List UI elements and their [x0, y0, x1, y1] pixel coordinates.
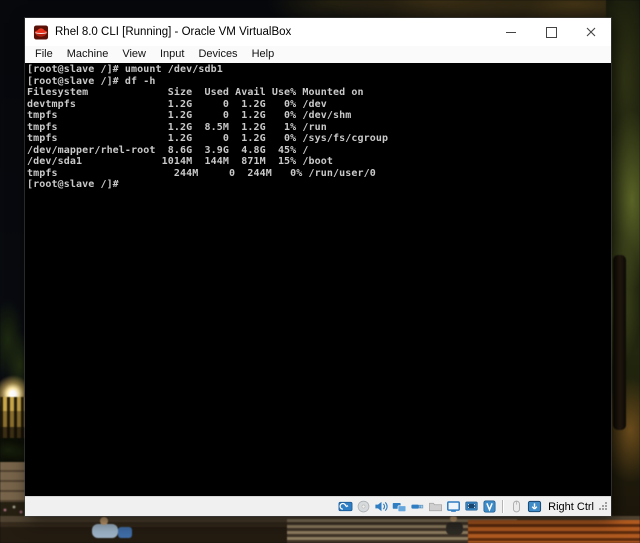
minimize-button[interactable]: [491, 18, 531, 46]
status-bar: Right Ctrl: [25, 496, 611, 516]
keyboard-capture-icon[interactable]: [527, 499, 542, 514]
background-bench-right: [468, 520, 640, 543]
terminal-line: /dev/sda1 1014M 144M 871M 15% /boot: [27, 156, 334, 167]
terminal-line: devtmpfs 1.2G 0 1.2G 0% /dev: [27, 98, 327, 110]
menu-input[interactable]: Input: [153, 46, 191, 63]
background-stone-wall: [0, 462, 26, 504]
terminal-line: tmpfs 1.2G 0 1.2G 0% /dev/shm: [27, 110, 352, 121]
background-tree-trunk: [613, 255, 626, 430]
background-lit-fence: [0, 397, 26, 441]
menu-machine[interactable]: Machine: [60, 46, 116, 63]
background-person-sitting: [92, 524, 118, 538]
menu-devices[interactable]: Devices: [191, 46, 244, 63]
terminal-line: tmpfs 244M 0 244M 0% /run/user/0: [27, 167, 376, 179]
terminal-line: Filesystem Size Used Avail Use% Mounted …: [27, 87, 364, 98]
shared-folders-icon[interactable]: [428, 499, 443, 514]
close-button[interactable]: [571, 18, 611, 46]
audio-icon[interactable]: [374, 499, 389, 514]
background-bushes: [0, 438, 26, 464]
terminal-line: [root@slave /]# umount /dev/sdb1: [27, 64, 223, 75]
terminal-line: [root@slave /]# df -h: [27, 75, 156, 87]
desktop: { "window": { "title": "Rhel 8.0 CLI [Ru…: [0, 0, 640, 543]
display-icon[interactable]: [446, 499, 461, 514]
menu-help[interactable]: Help: [245, 46, 282, 63]
statusbar-separator: [502, 500, 505, 513]
menu-view[interactable]: View: [115, 46, 153, 63]
terminal-line: tmpfs 1.2G 0 1.2G 0% /sys/fs/cgroup: [27, 133, 389, 144]
close-icon: [586, 27, 596, 37]
title-bar: Rhel 8.0 CLI [Running] - Oracle VM Virtu…: [25, 18, 611, 46]
redhat-vm-icon[interactable]: [33, 24, 49, 40]
background-person-head: [100, 517, 108, 525]
background-person-sitting: [446, 522, 463, 535]
window-title: Rhel 8.0 CLI [Running] - Oracle VM Virtu…: [55, 26, 292, 38]
vm-display[interactable]: [root@slave /]# umount /dev/sdb1 [root@s…: [25, 63, 611, 496]
background-flowers: [0, 502, 26, 517]
terminal-line: [root@slave /]#: [27, 179, 119, 190]
optical-drives-icon[interactable]: [356, 499, 371, 514]
background-person-bag: [118, 527, 132, 538]
features-icon[interactable]: [482, 499, 497, 514]
menu-file[interactable]: File: [28, 46, 60, 63]
maximize-button[interactable]: [531, 18, 571, 46]
mouse-integration-icon[interactable]: [509, 499, 524, 514]
resize-grip[interactable]: [599, 502, 608, 511]
maximize-icon: [545, 26, 557, 38]
host-key-label: Right Ctrl: [548, 500, 594, 513]
menu-bar: File Machine View Input Devices Help: [25, 46, 611, 63]
terminal-line: /dev/mapper/rhel-root 8.6G 3.9G 4.8G 45%…: [27, 144, 309, 156]
virtualbox-vm-window: Rhel 8.0 CLI [Running] - Oracle VM Virtu…: [25, 18, 611, 516]
hard-disks-icon[interactable]: [338, 499, 353, 514]
usb-icon[interactable]: [410, 499, 425, 514]
minimize-icon: [506, 31, 516, 33]
background-person-head: [450, 515, 457, 522]
terminal-line: tmpfs 1.2G 8.5M 1.2G 1% /run: [27, 121, 327, 133]
network-icon[interactable]: [392, 499, 407, 514]
recording-icon[interactable]: [464, 499, 479, 514]
